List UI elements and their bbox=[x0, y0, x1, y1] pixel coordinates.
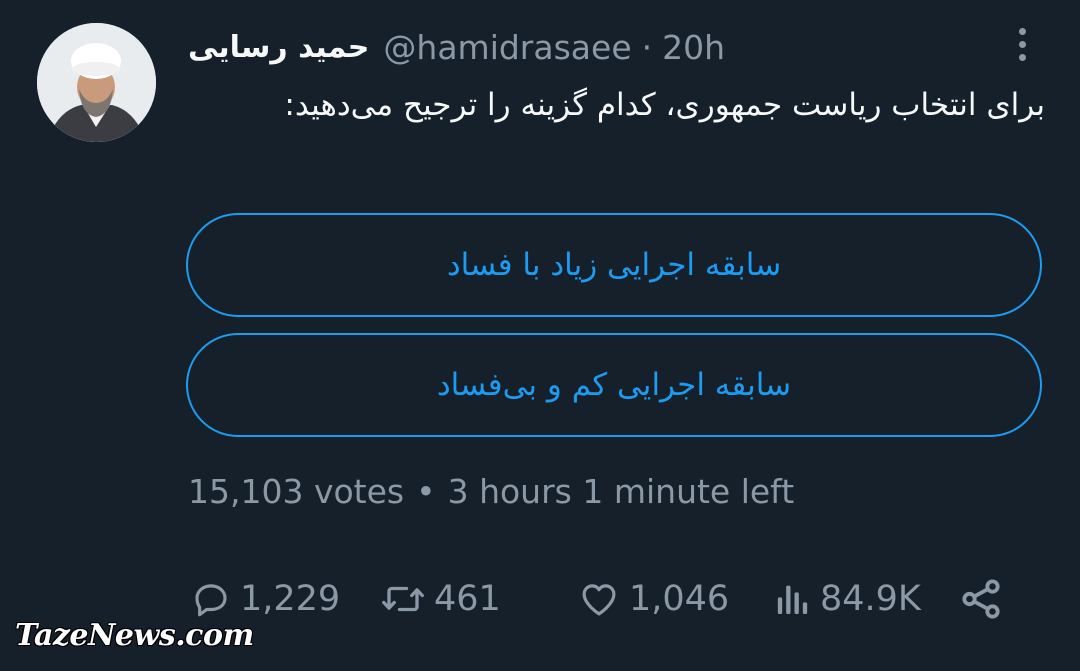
tweet-actions: 1,229 461 1,046 84.9K bbox=[190, 572, 1020, 626]
share-button[interactable] bbox=[958, 572, 1004, 626]
more-vertical-icon[interactable] bbox=[1008, 22, 1036, 66]
reply-icon bbox=[190, 578, 232, 620]
poll-option-1[interactable]: سابقه اجرایی زیاد با فساد bbox=[186, 213, 1042, 317]
reply-count: 1,229 bbox=[240, 579, 341, 619]
poll-meta-separator: • bbox=[416, 471, 436, 511]
poll-votes: 15,103 votes bbox=[188, 471, 405, 511]
retweet-count: 461 bbox=[434, 579, 501, 619]
retweet-button[interactable]: 461 bbox=[380, 572, 501, 626]
author-avatar[interactable] bbox=[37, 23, 156, 142]
header-separator: · bbox=[641, 27, 653, 67]
retweet-icon bbox=[380, 578, 426, 620]
tweet-text: برای انتخاب ریاست جمهوری، کدام گزینه را … bbox=[284, 87, 1045, 123]
like-button[interactable]: 1,046 bbox=[577, 572, 729, 626]
like-count: 1,046 bbox=[629, 579, 730, 619]
poll-option-2[interactable]: سابقه اجرایی کم و بی‌فساد bbox=[186, 333, 1042, 437]
tweet-time[interactable]: 20h bbox=[662, 28, 725, 67]
views-icon bbox=[772, 578, 812, 620]
poll-meta: 15,103 votes • 3 hours 1 minute left bbox=[188, 468, 794, 514]
watermark-logo: TazeNews.com bbox=[15, 618, 254, 653]
poll-time-left: 3 hours 1 minute left bbox=[447, 471, 795, 511]
heart-icon bbox=[577, 578, 621, 620]
view-count: 84.9K bbox=[820, 579, 921, 619]
share-icon bbox=[958, 576, 1004, 622]
author-handle[interactable]: @hamidrasaee bbox=[383, 28, 631, 67]
author-name[interactable]: حمید رسایی bbox=[188, 30, 369, 65]
tweet-header: حمید رسایی @hamidrasaee · 20h bbox=[188, 26, 828, 68]
views-button[interactable]: 84.9K bbox=[772, 572, 921, 626]
